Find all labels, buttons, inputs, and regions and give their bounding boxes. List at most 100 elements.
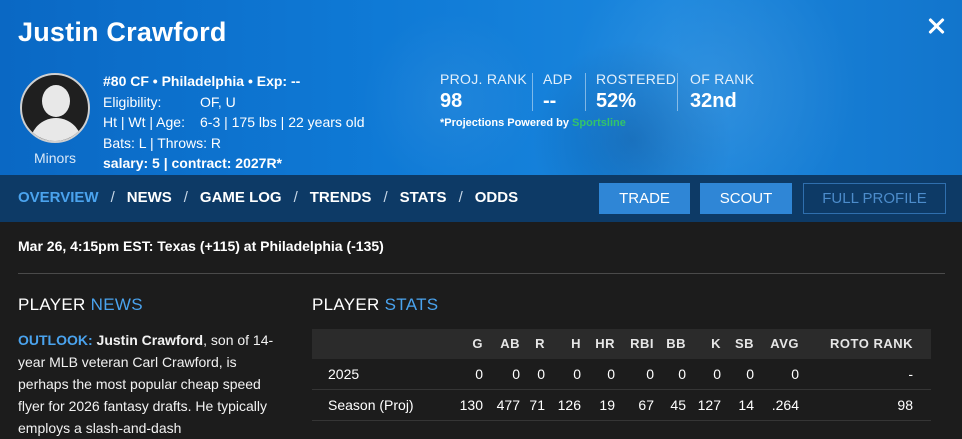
col-header-sb: SB xyxy=(734,336,754,351)
cell-hr: 19 xyxy=(599,397,615,413)
row-label: 2025 xyxy=(328,366,360,382)
proj-rank-value: 98 xyxy=(440,90,463,112)
salary-contract: salary: 5 | contract: 2027R* xyxy=(103,155,283,171)
avatar-head xyxy=(42,85,70,117)
player-stats-title-b: STATS xyxy=(384,295,439,314)
cell-ab: 477 xyxy=(496,397,520,413)
close-icon[interactable] xyxy=(926,16,946,36)
measurements-label: Ht | Wt | Age: xyxy=(103,114,185,130)
col-header-k: K xyxy=(711,336,721,351)
player-header: Justin Crawford Minors #80 CF • Philadel… xyxy=(0,0,962,175)
tab-separator: / xyxy=(458,189,463,206)
cell-sb: 0 xyxy=(746,366,754,382)
stat-divider xyxy=(585,73,586,111)
outlook-label: OUTLOOK: xyxy=(18,332,93,348)
of-rank-value: 32nd xyxy=(690,90,737,112)
cell-bb: 45 xyxy=(670,397,686,413)
sportsline-link[interactable]: Sportsline xyxy=(572,117,626,129)
cell-h: 126 xyxy=(557,397,581,413)
cell-bb: 0 xyxy=(678,366,686,382)
section-divider xyxy=(18,273,945,274)
player-news-title-a: PLAYER xyxy=(18,295,91,314)
table-header: G AB R H HR RBI BB K SB AVG ROTO RANK xyxy=(312,329,931,359)
projections-credit: *Projections Powered by Sportsline xyxy=(440,117,626,129)
col-header-rbi: RBI xyxy=(630,336,654,351)
tab-stats[interactable]: STATS xyxy=(400,189,447,206)
proj-rank: PROJ. RANK 98 xyxy=(440,71,527,113)
player-info-line: #80 CF • Philadelphia • Exp: -- xyxy=(103,73,301,89)
tab-overview[interactable]: OVERVIEW xyxy=(18,189,99,206)
cell-roto-rank: 98 xyxy=(897,397,913,413)
adp-label: ADP xyxy=(543,71,573,87)
proj-rank-label: PROJ. RANK xyxy=(440,71,528,87)
col-header-avg: AVG xyxy=(770,336,799,351)
projections-credit-text: *Projections Powered by xyxy=(440,117,573,129)
col-header-r: R xyxy=(535,336,545,351)
player-news-title: PLAYER NEWS xyxy=(18,295,143,315)
stat-divider xyxy=(532,73,533,111)
player-bio: #80 CF • Philadelphia • Exp: -- Eligibil… xyxy=(103,71,364,174)
eligibility-value: OF, U xyxy=(200,93,236,110)
cell-rbi: 0 xyxy=(646,366,654,382)
nav-tabs: OVERVIEW / NEWS / GAME LOG / TRENDS / STATS / ODDS xyxy=(18,189,518,206)
tab-separator: / xyxy=(183,189,188,206)
avatar xyxy=(20,73,90,143)
player-stats-table: G AB R H HR RBI BB K SB AVG ROTO RANK 20… xyxy=(312,329,931,421)
row-label: Season (Proj) xyxy=(328,397,414,413)
cell-r: 0 xyxy=(537,366,545,382)
player-name: Justin Crawford xyxy=(18,17,227,47)
cell-k: 0 xyxy=(713,366,721,382)
cell-g: 130 xyxy=(459,397,483,413)
rostered: ROSTERED 52% xyxy=(596,71,676,113)
tab-separator: / xyxy=(110,189,115,206)
eligibility-label: Eligibility: xyxy=(103,93,162,110)
cell-hr: 0 xyxy=(607,366,615,382)
cell-avg: .264 xyxy=(771,397,799,413)
tab-separator: / xyxy=(383,189,388,206)
cell-rbi: 67 xyxy=(638,397,654,413)
tab-odds[interactable]: ODDS xyxy=(475,189,518,206)
col-header-roto-rank: ROTO RANK xyxy=(830,336,913,351)
col-header-g: G xyxy=(472,336,483,351)
col-header-h: H xyxy=(571,336,581,351)
player-level: Minors xyxy=(33,150,76,166)
stat-divider xyxy=(677,73,678,111)
avatar-body xyxy=(30,118,82,141)
col-header-hr: HR xyxy=(595,336,615,351)
cell-h: 0 xyxy=(573,366,581,382)
cell-avg: 0 xyxy=(791,366,799,382)
tab-news[interactable]: NEWS xyxy=(127,189,172,206)
adp-value: -- xyxy=(543,90,557,112)
cell-ab: 0 xyxy=(512,366,520,382)
adp: ADP -- xyxy=(543,71,573,113)
news-outlook: OUTLOOK: Justin Crawford, son of 14-year… xyxy=(18,329,290,439)
col-header-bb: BB xyxy=(666,336,686,351)
col-header-ab: AB xyxy=(500,336,520,351)
full-profile-button[interactable]: FULL PROFILE xyxy=(803,183,946,214)
table-row: 2025 0 0 0 0 0 0 0 0 0 0 - xyxy=(312,359,931,390)
tab-trends[interactable]: TRENDS xyxy=(310,189,372,206)
cell-g: 0 xyxy=(475,366,483,382)
player-stats-title-a: PLAYER xyxy=(312,295,385,314)
rostered-label: ROSTERED xyxy=(596,71,677,87)
cell-k: 127 xyxy=(697,397,721,413)
next-game-line: Mar 26, 4:15pm EST: Texas (+115) at Phil… xyxy=(18,238,384,254)
player-stats-title: PLAYER STATS xyxy=(312,295,438,315)
tab-game-log[interactable]: GAME LOG xyxy=(200,189,282,206)
scout-button[interactable]: SCOUT xyxy=(700,183,792,214)
tab-separator: / xyxy=(293,189,298,206)
outlook-player-name: Justin Crawford xyxy=(96,332,204,348)
cell-roto-rank: - xyxy=(908,366,913,382)
of-rank: OF RANK 32nd xyxy=(690,71,754,113)
of-rank-label: OF RANK xyxy=(690,71,755,87)
eligibility-row: Eligibility: OF, U xyxy=(103,92,364,113)
bats-throws: Bats: L | Throws: R xyxy=(103,134,222,151)
measurements-row: Ht | Wt | Age: 6-3 | 175 lbs | 22 years o… xyxy=(103,112,364,133)
cell-sb: 14 xyxy=(738,397,754,413)
table-row: Season (Proj) 130 477 71 126 19 67 45 12… xyxy=(312,390,931,421)
measurements-value: 6-3 | 175 lbs | 22 years old xyxy=(200,114,365,130)
cell-r: 71 xyxy=(529,397,545,413)
player-news-title-b: NEWS xyxy=(90,295,143,314)
rostered-value: 52% xyxy=(596,90,637,112)
trade-button[interactable]: TRADE xyxy=(599,183,690,214)
